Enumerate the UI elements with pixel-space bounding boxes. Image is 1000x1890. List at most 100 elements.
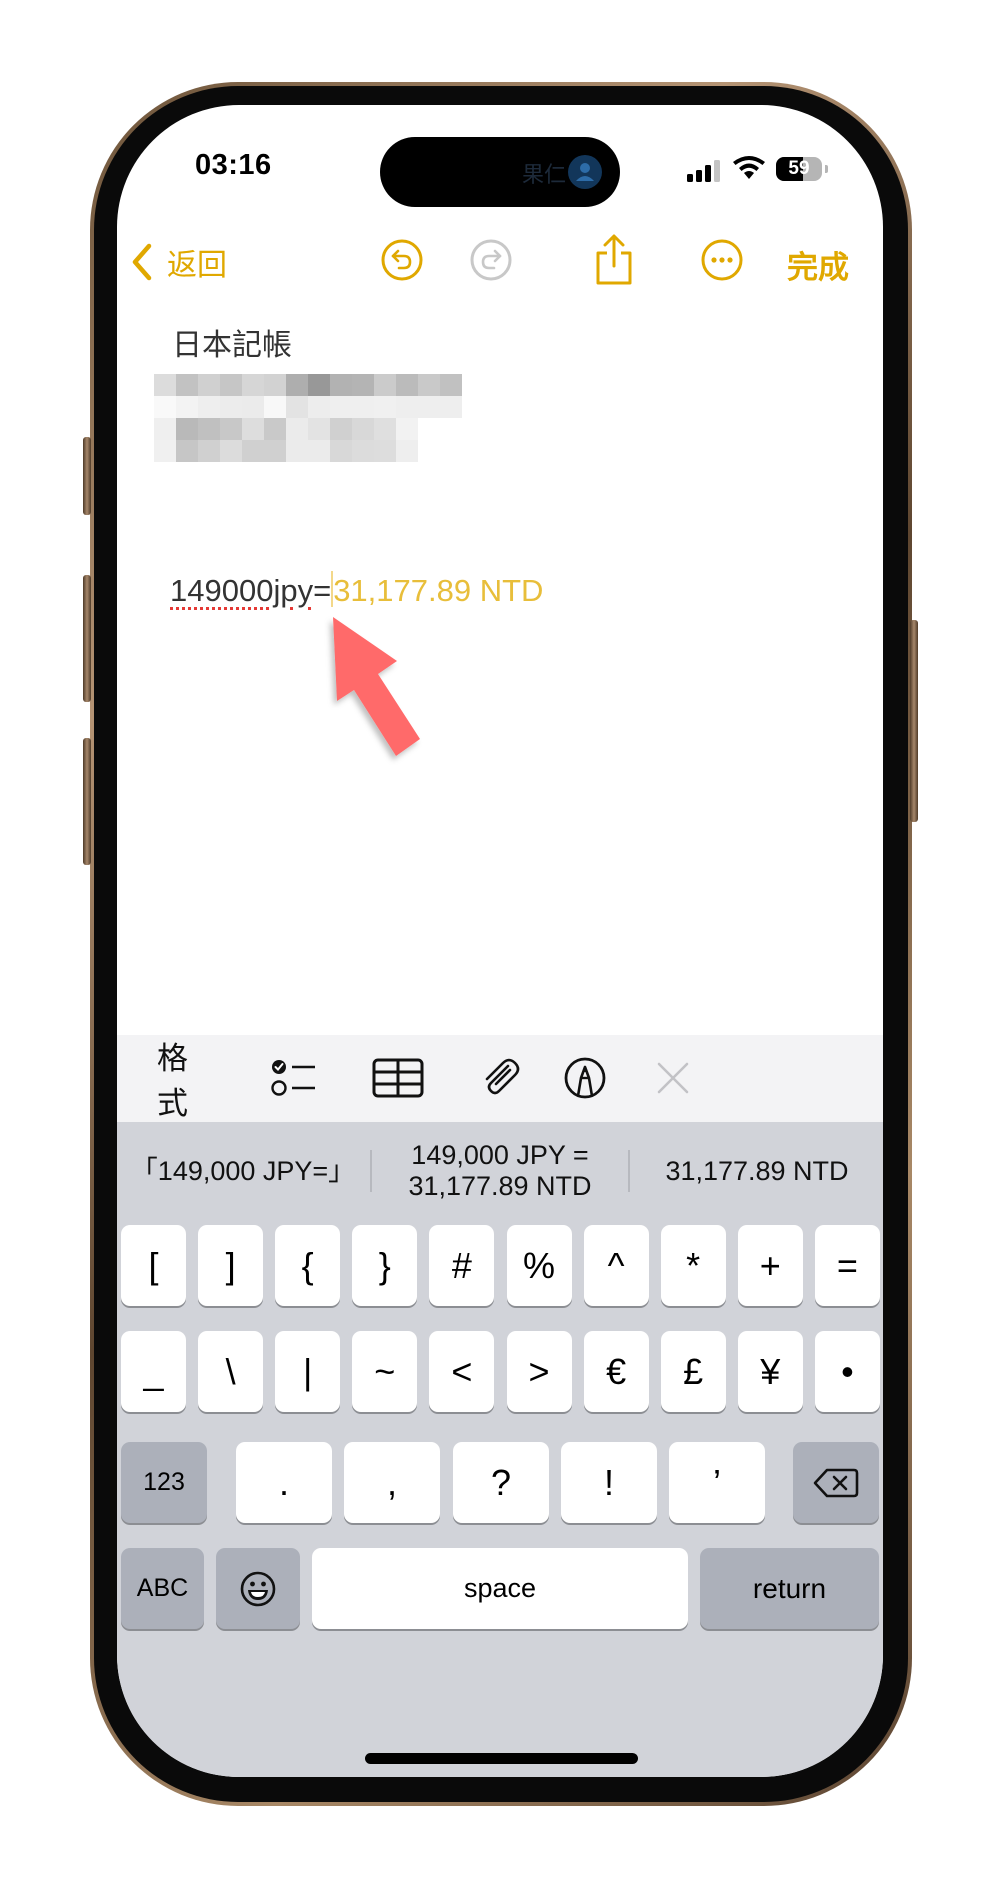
redaction-pixel [286, 396, 308, 418]
action-button [83, 437, 91, 515]
key-symbol-row1-4[interactable]: # [429, 1225, 495, 1306]
key-symbol-row2-3[interactable]: ~ [352, 1331, 418, 1412]
suggestion-2-line-1: 149,000 JPY = [411, 1140, 589, 1170]
redaction-pixel [286, 418, 308, 440]
redaction-pixel [418, 396, 440, 418]
key-question[interactable]: ? [453, 1442, 549, 1523]
volume-up-button [83, 575, 91, 702]
close-toolbar-button[interactable] [645, 1053, 701, 1103]
key-symbol-row1-0[interactable]: [ [121, 1225, 186, 1306]
redaction-pixel [374, 440, 396, 462]
suggestion-3[interactable]: 31,177.89 NTD [631, 1122, 883, 1220]
redaction-pixel [308, 440, 330, 462]
key-symbol-row2-1[interactable]: \ [198, 1331, 264, 1412]
back-label: 返回 [167, 249, 227, 282]
space-key[interactable]: space [312, 1548, 688, 1629]
redaction-pixel [220, 374, 242, 396]
key-symbol-row1-2[interactable]: { [275, 1225, 341, 1306]
redaction-pixel [396, 440, 418, 462]
checklist-icon [271, 1060, 315, 1096]
more-icon[interactable] [698, 236, 746, 284]
redaction-pixel [176, 396, 198, 418]
note-title[interactable]: 日本記帳 [172, 320, 292, 364]
redaction-pixel [308, 374, 330, 396]
redaction-pixel [374, 418, 396, 440]
key-symbol-row2-6[interactable]: € [583, 1331, 649, 1412]
key-symbol-row2-9[interactable]: • [814, 1331, 880, 1412]
redaction-pixel [352, 396, 374, 418]
redaction-pixel [264, 374, 286, 396]
key-symbol-row2-8[interactable]: ¥ [737, 1331, 803, 1412]
redaction-pixel [198, 418, 220, 440]
redaction-pixel [286, 440, 308, 462]
power-button [910, 620, 918, 822]
key-apostrophe[interactable]: ’ [669, 1442, 765, 1523]
suggestion-2-line-2: 31,177.89 NTD [408, 1171, 592, 1201]
key-symbol-row2-7[interactable]: £ [660, 1331, 726, 1412]
redaction-pixel [396, 374, 418, 396]
attachment-button[interactable] [472, 1053, 528, 1103]
contact-avatar-icon [568, 155, 602, 189]
undo-icon[interactable] [378, 236, 426, 284]
redaction-pixel [242, 440, 264, 462]
return-key[interactable]: return [700, 1548, 879, 1629]
key-symbol-row1-6[interactable]: ^ [583, 1225, 649, 1306]
keyboard: 「149,000 JPY=」 149,000 JPY = 31,177.89 N… [117, 1122, 883, 1777]
key-symbol-row1-9[interactable]: = [814, 1225, 880, 1306]
suggestion-1-text: 「149,000 JPY=」 [130, 1155, 356, 1186]
redaction-pixel [220, 418, 242, 440]
key-symbol-row1-7[interactable]: * [660, 1225, 726, 1306]
done-button[interactable]: 完成 [787, 242, 849, 287]
markup-pen-icon [564, 1057, 606, 1099]
key-symbol-row2-2[interactable]: | [275, 1331, 341, 1412]
key-period[interactable]: . [236, 1442, 332, 1523]
key-exclamation[interactable]: ! [561, 1442, 657, 1523]
markup-button[interactable] [557, 1053, 613, 1103]
suggestion-divider [628, 1150, 630, 1192]
redaction-pixel [352, 440, 374, 462]
format-button[interactable]: 格式 [157, 1041, 217, 1121]
delete-icon [813, 1468, 859, 1497]
island-contact-name: 果仁 [521, 162, 566, 187]
status-time: 03:16 [195, 149, 272, 181]
delete-key[interactable] [793, 1442, 879, 1523]
equals-sign: = [313, 573, 332, 608]
suggestion-1[interactable]: 「149,000 JPY=」 [117, 1122, 369, 1220]
redaction-pixel [176, 374, 198, 396]
cellular-signal-icon [687, 160, 720, 182]
paperclip-icon [485, 1058, 520, 1095]
key-symbol-row2-4[interactable]: < [429, 1331, 495, 1412]
redaction-pixel [286, 374, 308, 396]
redaction-pixel [330, 418, 352, 440]
key-symbol-row1-1[interactable]: ] [198, 1225, 264, 1306]
note-text-line[interactable]: 149000jpy=31,177.89 NTD [170, 571, 543, 609]
key-symbol-row2-0[interactable]: _ [121, 1331, 186, 1412]
redaction-pixel [396, 418, 418, 440]
redaction-pixel [264, 440, 286, 462]
table-button[interactable] [370, 1053, 426, 1103]
back-button[interactable]: 返回 [129, 237, 227, 287]
key-symbol-row1-8[interactable]: + [737, 1225, 803, 1306]
suggestion-2[interactable]: 149,000 JPY = 31,177.89 NTD [373, 1122, 627, 1220]
redaction-pixel [330, 374, 352, 396]
redaction-pixel [308, 396, 330, 418]
home-indicator[interactable] [365, 1753, 638, 1764]
key-symbol-row1-3[interactable]: } [352, 1225, 418, 1306]
redaction-pixel [242, 418, 264, 440]
emoji-icon [240, 1571, 276, 1606]
numbers-mode-key[interactable]: 123 [121, 1442, 207, 1523]
redo-icon[interactable] [467, 236, 515, 284]
key-comma[interactable]: , [344, 1442, 440, 1523]
emoji-key[interactable] [216, 1548, 300, 1629]
inline-math-result[interactable]: 31,177.89 NTD [333, 573, 543, 608]
checklist-button[interactable] [267, 1053, 323, 1103]
battery-cap [825, 165, 828, 173]
abc-mode-key[interactable]: ABC [121, 1548, 204, 1629]
key-symbol-row2-5[interactable]: > [506, 1331, 572, 1412]
redaction-pixel [308, 418, 330, 440]
redaction-pixel [418, 374, 440, 396]
key-symbol-row1-5[interactable]: % [506, 1225, 572, 1306]
share-icon[interactable] [592, 233, 636, 287]
redaction-pixel [154, 440, 176, 462]
dynamic-island[interactable]: 果仁 [380, 137, 620, 207]
